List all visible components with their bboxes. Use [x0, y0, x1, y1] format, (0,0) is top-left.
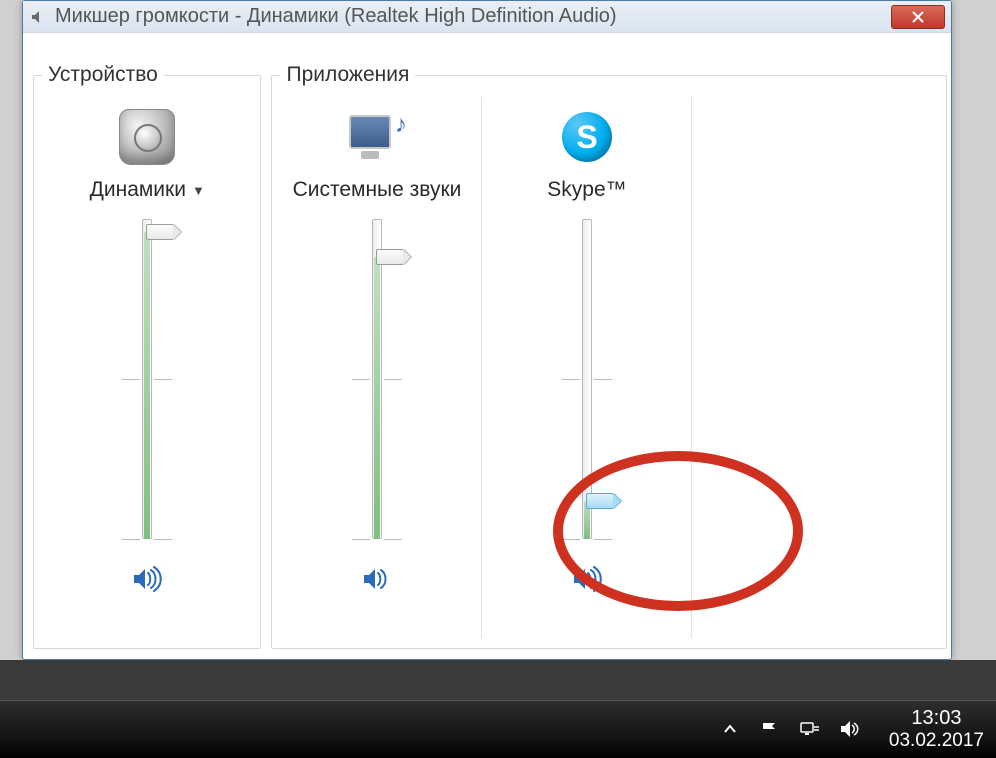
skype-volume-slider[interactable] [582, 219, 592, 539]
skype-icon[interactable]: S [562, 101, 612, 173]
app-column-skype: S Skype™ [482, 97, 692, 638]
taskbar-clock[interactable]: 13:03 03.02.2017 [889, 706, 984, 753]
app-label[interactable]: Системные звуки [293, 175, 462, 205]
window-body: Устройство Динамики ▼ [23, 33, 951, 659]
system-sounds-volume-slider[interactable] [372, 219, 382, 539]
system-tray: 13:03 03.02.2017 [719, 706, 984, 753]
titlebar[interactable]: Микшер громкости - Динамики (Realtek Hig… [23, 1, 951, 33]
device-volume-slider[interactable] [142, 219, 152, 539]
tray-flag-icon[interactable] [759, 721, 781, 737]
app-column-empty [692, 97, 902, 638]
desktop-background [0, 660, 996, 700]
tray-network-icon[interactable] [799, 721, 821, 737]
slider-thumb[interactable] [146, 224, 174, 240]
app-column-system-sounds: ♪ Системные звуки [272, 97, 482, 638]
slider-thumb[interactable] [586, 493, 614, 509]
tray-volume-icon[interactable] [839, 720, 861, 738]
taskbar-date: 03.02.2017 [889, 730, 984, 753]
device-group: Устройство Динамики ▼ [33, 63, 261, 649]
taskbar[interactable]: 13:03 03.02.2017 [0, 700, 996, 758]
applications-group-label: Приложения [280, 63, 415, 87]
applications-group: Приложения ♪ Системные звуки [271, 63, 947, 649]
system-sounds-icon[interactable]: ♪ [347, 101, 407, 173]
device-icon[interactable] [119, 101, 175, 173]
tray-chevron-up-icon[interactable] [719, 722, 741, 736]
close-button[interactable] [891, 5, 945, 29]
chevron-down-icon: ▼ [192, 183, 205, 198]
device-mute-button[interactable] [127, 561, 167, 597]
volume-mixer-window: Микшер громкости - Динамики (Realtek Hig… [22, 0, 952, 660]
device-selector[interactable]: Динамики ▼ [90, 175, 205, 205]
skype-mute-button[interactable] [567, 561, 607, 597]
window-title: Микшер громкости - Динамики (Realtek Hig… [55, 5, 891, 28]
system-sounds-mute-button[interactable] [357, 561, 397, 597]
taskbar-time: 13:03 [889, 706, 984, 730]
device-group-label: Устройство [42, 63, 164, 87]
device-column: Динамики ▼ [34, 97, 260, 638]
slider-thumb[interactable] [376, 249, 404, 265]
app-label[interactable]: Skype™ [547, 175, 626, 205]
window-speaker-icon [29, 8, 47, 26]
device-label: Динамики [90, 178, 186, 202]
